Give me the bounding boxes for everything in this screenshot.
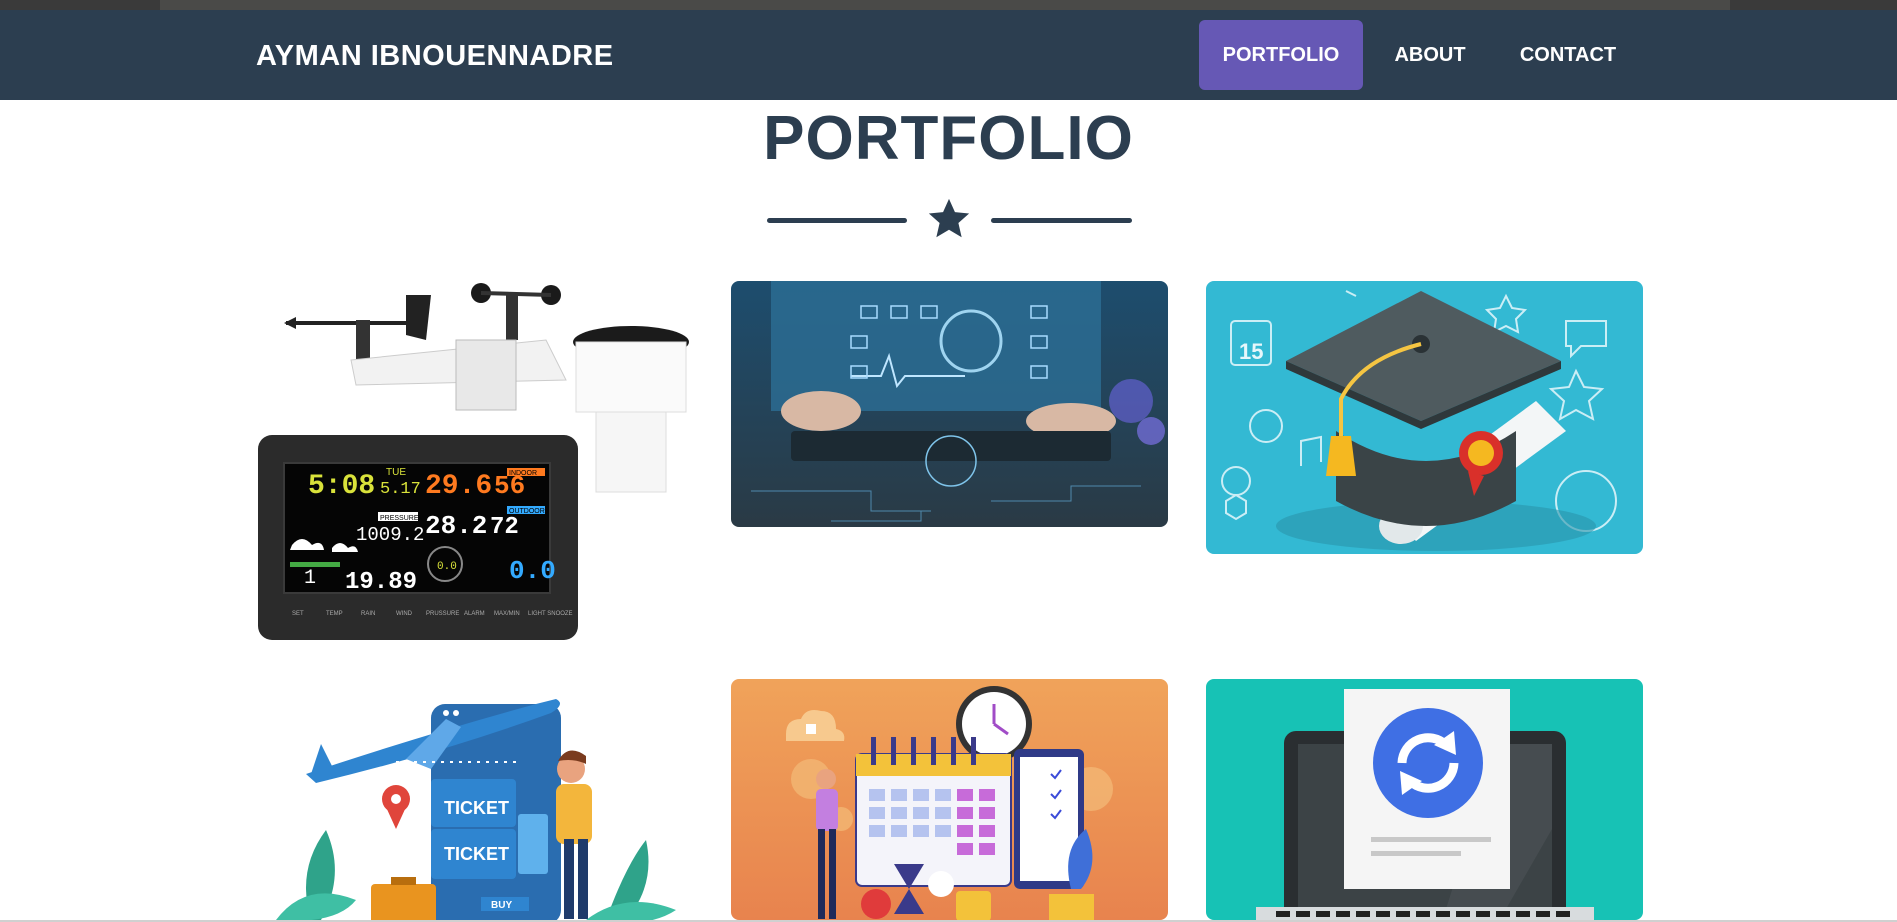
navbar: AYMAN IBNOUENNADRE PORTFOLIO ABOUT CONTA… bbox=[0, 10, 1897, 100]
digital-health-image bbox=[731, 281, 1168, 527]
svg-text:28.2: 28.2 bbox=[425, 511, 487, 541]
svg-text:1009.2: 1009.2 bbox=[356, 524, 424, 546]
portfolio-item-weather-station[interactable]: 5:08 TUE 5.17 29.6 56 INDOOR PRESSURE 10… bbox=[256, 280, 693, 642]
calendar-planning-image bbox=[731, 679, 1168, 920]
svg-text:BUY: BUY bbox=[491, 900, 512, 911]
svg-text:MAX/MIN: MAX/MIN bbox=[494, 611, 520, 617]
nav-portfolio[interactable]: PORTFOLIO bbox=[1199, 20, 1363, 90]
svg-text:TUE: TUE bbox=[386, 467, 406, 478]
svg-text:SET: SET bbox=[292, 611, 304, 617]
portfolio-item-calendar-planning[interactable] bbox=[731, 679, 1168, 920]
portfolio-item-laptop-sync[interactable] bbox=[1206, 679, 1643, 920]
svg-text:0.0: 0.0 bbox=[509, 556, 556, 586]
svg-text:TICKET: TICKET bbox=[444, 844, 509, 864]
svg-text:15: 15 bbox=[1239, 339, 1263, 364]
svg-text:RAIN: RAIN bbox=[361, 611, 375, 617]
svg-text:ALARM: ALARM bbox=[464, 611, 485, 617]
svg-text:5.17: 5.17 bbox=[380, 480, 421, 499]
weather-station-image: 5:08 TUE 5.17 29.6 56 INDOOR PRESSURE 10… bbox=[256, 280, 693, 642]
section-title: PORTFOLIO bbox=[763, 104, 1134, 173]
svg-text:INDOOR: INDOOR bbox=[509, 470, 537, 477]
laptop-sync-image bbox=[1206, 679, 1643, 920]
star-icon bbox=[928, 198, 970, 238]
svg-text:TICKET: TICKET bbox=[444, 798, 509, 818]
portfolio-item-digital-health[interactable] bbox=[731, 281, 1168, 527]
brand-logo-text[interactable]: AYMAN IBNOUENNADRE bbox=[256, 40, 614, 73]
svg-text:29.6: 29.6 bbox=[425, 471, 492, 502]
svg-text:PRUSSURE: PRUSSURE bbox=[426, 611, 459, 617]
svg-text:19.89: 19.89 bbox=[345, 569, 417, 596]
flight-booking-image: TICKET TICKET BUY bbox=[256, 679, 693, 920]
nav-about[interactable]: ABOUT bbox=[1375, 20, 1485, 90]
divider-line-left bbox=[767, 218, 907, 223]
window-top-strip bbox=[0, 0, 1897, 10]
svg-text:PRESSURE: PRESSURE bbox=[380, 515, 419, 522]
weather-time-text: 5:08 bbox=[308, 471, 375, 502]
graduation-image: 15 bbox=[1206, 281, 1643, 554]
nav-contact[interactable]: CONTACT bbox=[1505, 20, 1631, 90]
window-top-strip-inner bbox=[160, 0, 1730, 10]
svg-text:WIND: WIND bbox=[396, 611, 413, 617]
svg-text:0.0: 0.0 bbox=[437, 561, 457, 573]
svg-text:1: 1 bbox=[304, 567, 316, 590]
divider-line-right bbox=[991, 218, 1132, 223]
svg-text:TEMP: TEMP bbox=[326, 611, 343, 617]
portfolio-item-flight-booking[interactable]: TICKET TICKET BUY bbox=[256, 679, 693, 920]
svg-text:OUTDOOR: OUTDOOR bbox=[509, 508, 545, 515]
svg-text:72: 72 bbox=[490, 514, 519, 541]
portfolio-item-graduation[interactable]: 15 bbox=[1206, 281, 1643, 554]
svg-text:LIGHT SNOOZE: LIGHT SNOOZE bbox=[528, 611, 573, 617]
